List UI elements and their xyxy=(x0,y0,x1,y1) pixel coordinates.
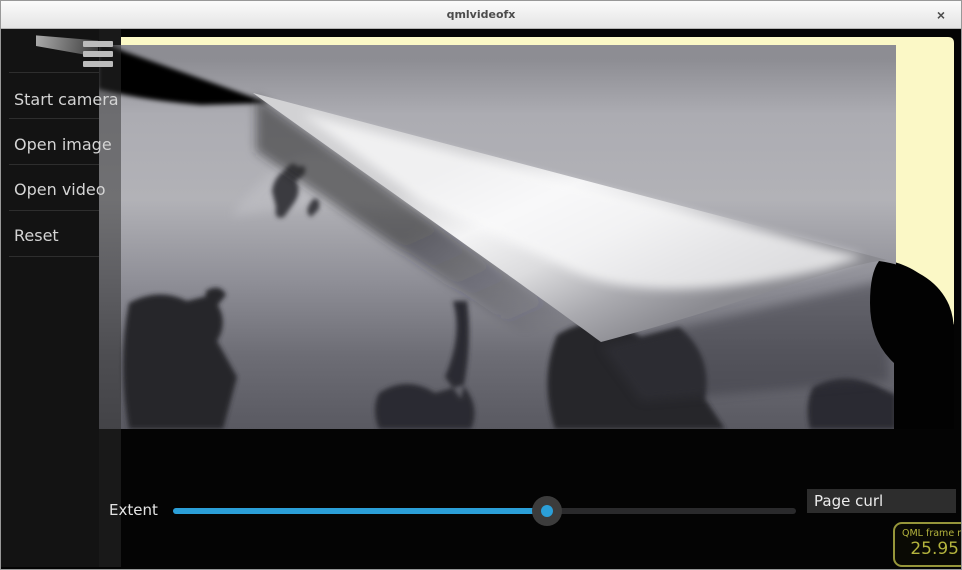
close-icon[interactable]: × xyxy=(929,1,953,29)
video-scene xyxy=(1,29,961,569)
sidebar-item-open-image[interactable]: Open image xyxy=(14,134,118,156)
app-window: Start camera Open image Open video Reset… xyxy=(0,0,962,570)
fps-meter-label: QML frame r... xyxy=(902,528,962,539)
titlebar: qmlvideofx × xyxy=(1,1,961,29)
fps-meter-value: 25.95 xyxy=(895,539,962,559)
sidebar-item-reset[interactable]: Reset xyxy=(14,225,118,247)
extent-slider-handle[interactable] xyxy=(532,496,562,526)
hamburger-menu-icon[interactable] xyxy=(83,40,115,68)
window-title: qmlvideofx xyxy=(1,1,961,29)
sidebar-divider xyxy=(9,256,99,257)
slider-handle-dot xyxy=(541,505,553,517)
sidebar-divider xyxy=(9,164,99,165)
sidebar-item-start-camera[interactable]: Start camera xyxy=(14,89,118,111)
extent-slider-fill xyxy=(173,508,547,514)
sidebar-item-open-video[interactable]: Open video xyxy=(14,179,118,201)
extent-slider[interactable] xyxy=(173,508,796,514)
effect-selector-button[interactable]: Page curl xyxy=(807,489,956,513)
sidebar-divider xyxy=(9,210,99,211)
extent-slider-label: Extent xyxy=(109,501,158,519)
sidebar-divider xyxy=(9,118,99,119)
fps-meter: QML frame r... 25.95 xyxy=(893,522,962,567)
sidebar-divider xyxy=(9,72,99,73)
